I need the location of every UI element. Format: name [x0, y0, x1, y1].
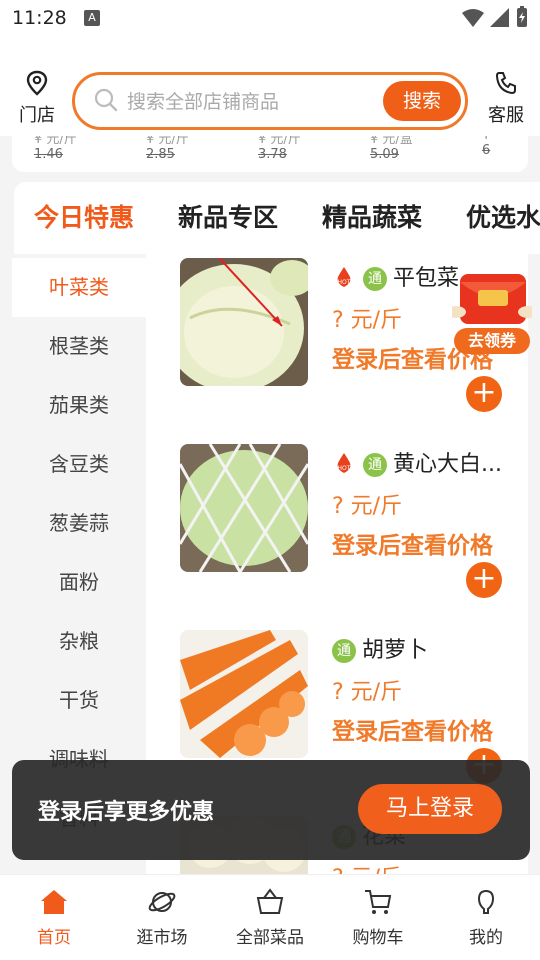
status-time: 11:28 — [12, 7, 67, 29]
strip-item[interactable]: ¥6 — [482, 136, 490, 158]
product-name: HOT 通黄心大白... — [332, 446, 502, 478]
sidebar-item-dry-goods[interactable]: 干货 — [12, 671, 146, 730]
sidebar-item-fruit-veg[interactable]: 茄果类 — [12, 376, 146, 435]
bottom-nav: 首页 逛市场 全部菜品 购物车 我的 — [0, 874, 540, 960]
store-label: 门店 — [19, 105, 55, 126]
search-bar[interactable]: 搜索全部店铺商品 搜索 — [72, 72, 468, 130]
sidebar-item-beans[interactable]: 含豆类 — [12, 435, 146, 494]
red-envelope-icon — [446, 274, 538, 324]
hot-tag-icon: HOT — [338, 453, 351, 473]
search-input[interactable]: 搜索全部店铺商品 — [127, 87, 279, 114]
nav-market[interactable]: 逛市场 — [108, 887, 216, 948]
wifi-icon — [462, 9, 484, 27]
svg-text:HOT: HOT — [338, 465, 351, 472]
strip-unit: ¥ 元/斤 — [146, 136, 189, 147]
store-button[interactable]: 门店 — [14, 70, 60, 127]
nav-label: 逛市场 — [136, 928, 188, 948]
customer-service-button[interactable]: 客服 — [482, 70, 530, 127]
strip-item[interactable]: ¥ 元/斤 2.85 — [146, 136, 189, 162]
product-item[interactable]: HOT 通黄心大白... ? 元/斤 登录后查看价格 + — [146, 440, 528, 626]
product-price: ? 元/斤 — [332, 860, 402, 874]
strip-old-price: 2.85 — [146, 147, 175, 162]
product-name-text: 平包菜 — [393, 266, 460, 291]
service-label: 客服 — [488, 105, 524, 126]
product-image-carrot[interactable] — [180, 630, 308, 758]
coupon-label: 去领券 — [454, 328, 530, 354]
tong-tag-icon: 通 — [332, 639, 356, 663]
nav-label: 全部菜品 — [236, 928, 304, 948]
sidebar-item-leafy[interactable]: 叶菜类 — [12, 258, 146, 317]
login-prompt-banner: 登录后享更多优惠 马上登录 — [12, 760, 530, 860]
product-name: 通胡萝卜 — [332, 632, 428, 664]
login-to-view-price[interactable]: 登录后查看价格 — [332, 712, 512, 746]
planet-icon — [148, 892, 176, 912]
nav-label: 购物车 — [352, 928, 404, 948]
product-name-text: 黄心大白... — [393, 452, 502, 477]
strip-unit: ¥ — [482, 136, 490, 143]
cart-icon — [365, 890, 392, 914]
login-prompt-message: 登录后享更多优惠 — [38, 800, 215, 825]
nav-label: 首页 — [37, 928, 71, 948]
category-tabs: 今日特惠 新品专区 精品蔬菜 优选水 — [14, 182, 540, 254]
nav-label: 我的 — [469, 928, 503, 948]
nav-cart[interactable]: 购物车 — [324, 887, 432, 948]
product-name: HOT 通平包菜 — [332, 260, 459, 292]
search-icon — [94, 88, 118, 112]
product-name-text: 胡萝卜 — [362, 638, 429, 663]
location-pin-icon — [26, 70, 48, 96]
nav-profile[interactable]: 我的 — [432, 887, 540, 948]
login-now-button[interactable]: 马上登录 — [358, 784, 502, 834]
price-strip: ¥ 元/斤 1.46 ¥ 元/斤 2.85 ¥ 元/斤 3.78 ¥ 元/盒 5.09 … — [12, 136, 528, 172]
strip-old-price: 3.78 — [258, 147, 287, 162]
signal-icon — [490, 8, 509, 27]
tong-tag-icon: 通 — [363, 267, 387, 291]
nav-all-products[interactable]: 全部菜品 — [216, 887, 324, 948]
sidebar-item-root[interactable]: 根茎类 — [12, 317, 146, 376]
strip-item[interactable]: ¥ 元/盒 5.09 — [370, 136, 413, 162]
top-header: 门店 搜索全部店铺商品 搜索 客服 — [0, 36, 540, 136]
product-image-napa-cabbage[interactable] — [180, 444, 308, 572]
tab-today-deals[interactable]: 今日特惠 — [34, 198, 134, 234]
hot-tag-icon: HOT — [338, 267, 351, 287]
strip-old-price: 5.09 — [370, 147, 399, 162]
notification-icon: A — [84, 10, 100, 26]
status-bar: 11:28 A — [0, 0, 540, 36]
tab-new-products[interactable]: 新品专区 — [178, 198, 278, 234]
sidebar-item-grains[interactable]: 杂粮 — [12, 612, 146, 671]
nav-home[interactable]: 首页 — [0, 887, 108, 948]
battery-icon — [517, 6, 527, 27]
strip-old-price: 6 — [482, 143, 491, 158]
tab-selected[interactable]: 优选水 — [466, 198, 540, 234]
tong-tag-icon: 通 — [363, 453, 387, 477]
phone-icon — [495, 72, 516, 95]
svg-text:HOT: HOT — [338, 279, 351, 286]
strip-unit: ¥ 元/斤 — [258, 136, 301, 147]
basket-icon — [256, 888, 284, 914]
strip-unit: ¥ 元/盒 — [370, 136, 413, 147]
strip-item[interactable]: ¥ 元/斤 3.78 — [258, 136, 301, 162]
sidebar-item-onion-ginger[interactable]: 葱姜蒜 — [12, 494, 146, 553]
strip-item[interactable]: ¥ 元/斤 1.46 — [34, 136, 77, 162]
add-to-cart-button[interactable]: + — [466, 562, 502, 598]
search-button[interactable]: 搜索 — [383, 81, 461, 121]
product-price: ? 元/斤 — [332, 494, 403, 519]
profile-icon — [477, 889, 495, 914]
tab-premium-vegetables[interactable]: 精品蔬菜 — [322, 198, 422, 234]
strip-unit: ¥ 元/斤 — [34, 136, 77, 147]
home-icon — [41, 890, 67, 914]
add-to-cart-button[interactable]: + — [466, 376, 502, 412]
product-image-cabbage[interactable] — [180, 258, 308, 386]
strip-old-price: 1.46 — [34, 147, 63, 162]
product-price: ? 元/斤 — [332, 680, 403, 705]
login-to-view-price[interactable]: 登录后查看价格 — [332, 526, 512, 560]
sidebar-item-flour[interactable]: 面粉 — [12, 553, 146, 612]
coupon-float-button[interactable]: 去领券 — [446, 272, 538, 354]
product-price: ? 元/斤 — [332, 308, 403, 333]
